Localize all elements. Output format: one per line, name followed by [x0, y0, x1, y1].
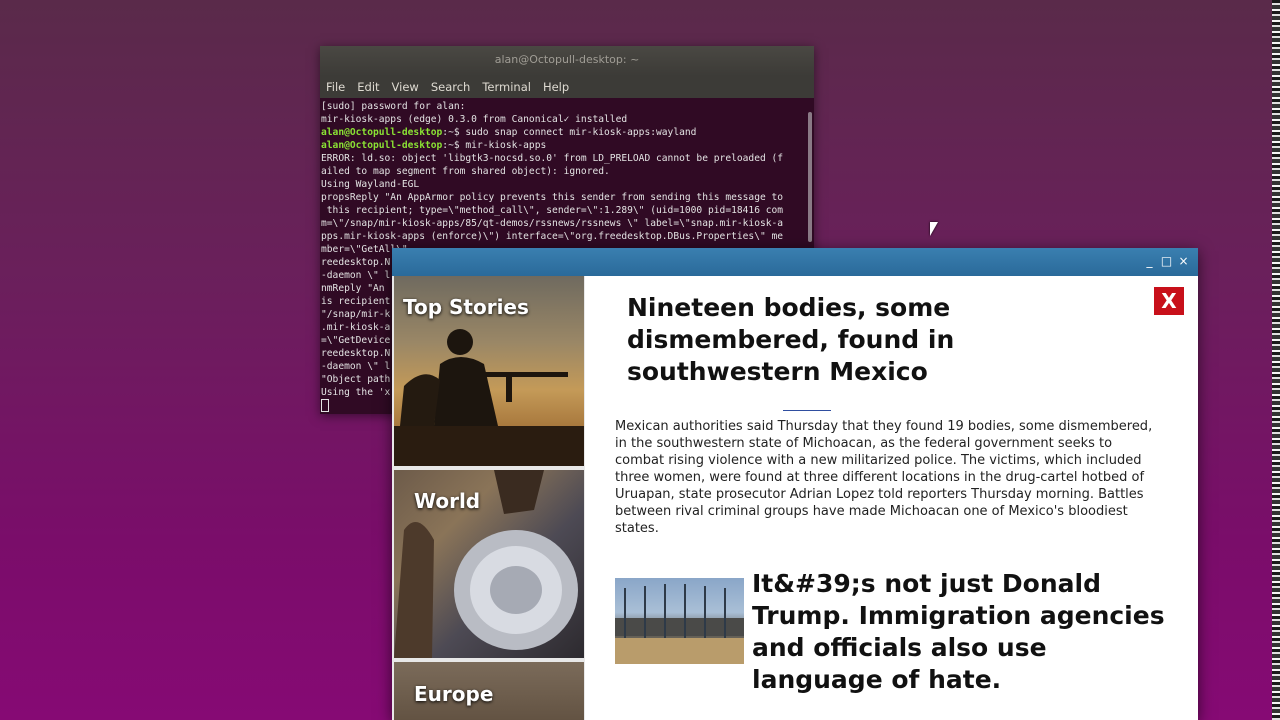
- category-sidebar: Top Stories World Europe: [392, 276, 585, 720]
- menu-view[interactable]: View: [392, 80, 426, 94]
- terminal-line: ERROR: ld.so: object 'libgtk3-nocsd.so.0…: [321, 153, 784, 164]
- screen-edge-artifact: [1272, 0, 1280, 720]
- terminal-cursor: [321, 399, 329, 412]
- menu-edit[interactable]: Edit: [357, 80, 386, 94]
- terminal-line: alan@Octopull-desktop:~$ mir-kiosk-apps: [321, 140, 547, 151]
- close-button[interactable]: X: [1153, 286, 1185, 316]
- terminal-menubar: File Edit View Search Terminal Help: [320, 76, 814, 98]
- minimize-icon[interactable]: _: [1143, 253, 1156, 269]
- terminal-line: propsReply "An AppArmor policy prevents …: [321, 192, 784, 203]
- border-fence-image: [615, 584, 744, 664]
- terminal-line: m=\"/snap/mir-kiosk-apps/85/qt-demos/rss…: [321, 218, 784, 229]
- terminal-line: [sudo] password for alan:: [321, 101, 466, 112]
- menu-terminal[interactable]: Terminal: [482, 80, 538, 94]
- terminal-line: ailed to map segment from shared object)…: [321, 166, 610, 177]
- article-view[interactable]: X Nineteen bodies, some dismembered, fou…: [585, 276, 1198, 720]
- terminal-line: pps.mir-kiosk-apps (enforce)\") interfac…: [321, 231, 784, 242]
- terminal-line: this recipient; type=\"method_call\", se…: [321, 205, 784, 216]
- category-label: Top Stories: [403, 295, 529, 319]
- menu-file[interactable]: File: [326, 80, 352, 94]
- terminal-title: alan@Octopull-desktop: ~: [494, 53, 640, 66]
- menu-help[interactable]: Help: [543, 80, 576, 94]
- article-headline: Nineteen bodies, some dismembered, found…: [627, 293, 955, 386]
- kiosk-app-window[interactable]: _ □ × Top Stories World Europe X Ninetee…: [392, 248, 1198, 720]
- terminal-prompt: alan@Octopull-desktop: [321, 127, 443, 138]
- window-close-icon[interactable]: ×: [1177, 253, 1190, 269]
- terminal-line: alan@Octopull-desktop:~$ sudo snap conne…: [321, 127, 697, 138]
- category-top-stories[interactable]: Top Stories: [394, 276, 584, 466]
- category-europe[interactable]: Europe: [394, 662, 584, 720]
- category-label: Europe: [414, 682, 494, 706]
- maximize-icon[interactable]: □: [1160, 253, 1173, 269]
- terminal-prompt: alan@Octopull-desktop: [321, 140, 443, 151]
- category-label: World: [414, 489, 481, 513]
- category-world[interactable]: World: [394, 470, 584, 658]
- menu-search[interactable]: Search: [431, 80, 478, 94]
- second-article-headline[interactable]: It&#39;s not just Donald Trump. Immigrat…: [752, 568, 1167, 696]
- headline-divider: [783, 410, 831, 411]
- terminal-line: Using Wayland-EGL: [321, 179, 420, 190]
- kiosk-titlebar[interactable]: _ □ ×: [392, 248, 1198, 276]
- terminal-scrollbar[interactable]: [808, 112, 812, 242]
- terminal-line: mir-kiosk-apps (edge) 0.3.0 from Canonic…: [321, 114, 628, 125]
- article-thumbnail[interactable]: [615, 578, 744, 664]
- terminal-titlebar[interactable]: alan@Octopull-desktop: ~: [320, 46, 814, 76]
- article-body: Mexican authorities said Thursday that t…: [615, 419, 1153, 536]
